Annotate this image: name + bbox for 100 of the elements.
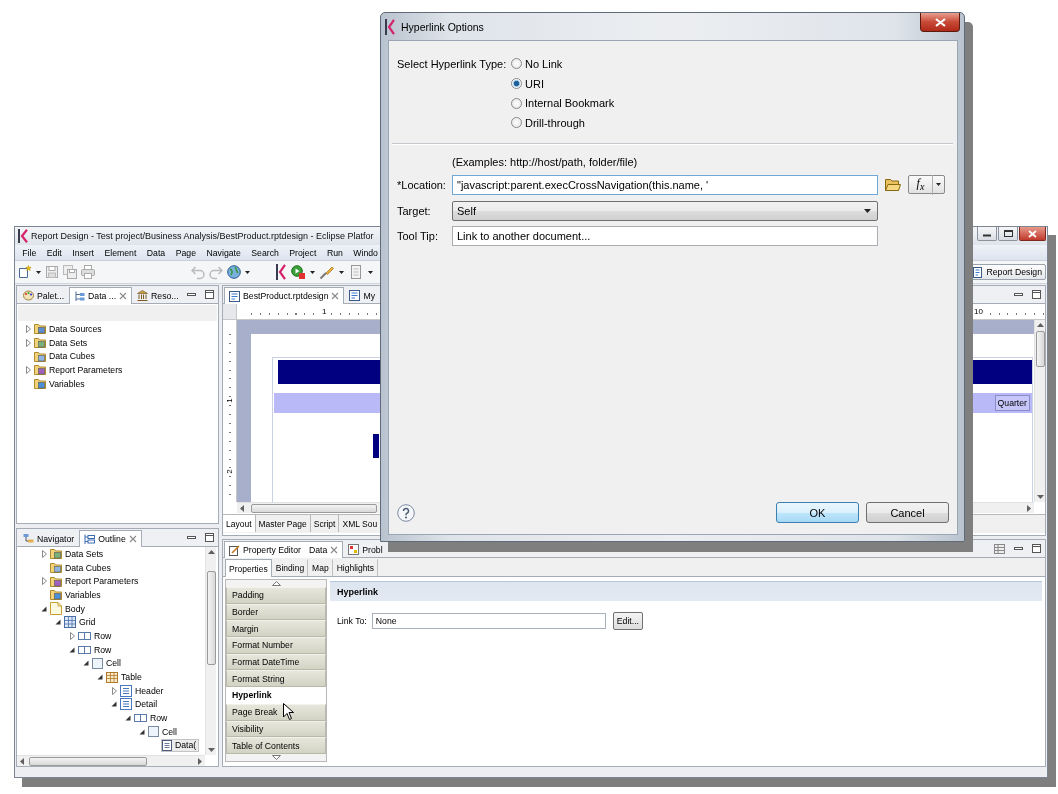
expression-button[interactable]: f$_{x}$ — [908, 175, 945, 195]
scrollbar-thumb[interactable] — [206, 571, 216, 665]
scroll-down-arrow-icon[interactable] — [1036, 495, 1044, 499]
menu-item[interactable]: Navigate — [201, 247, 247, 258]
scroll-left-arrow-icon[interactable] — [20, 757, 24, 765]
tree-item[interactable]: Data Sets — [49, 547, 107, 561]
dropdown-arrow-icon[interactable] — [310, 270, 315, 274]
scroll-up-arrow-icon[interactable] — [207, 550, 215, 554]
menu-item[interactable]: Page — [170, 247, 202, 258]
collapse-arrow-icon[interactable] — [83, 660, 89, 667]
radio-button[interactable] — [511, 117, 522, 129]
tab[interactable]: Reso... — [132, 287, 184, 303]
maximize-icon[interactable] — [205, 290, 214, 299]
tab[interactable]: Highlights — [332, 559, 378, 576]
document-icon[interactable] — [349, 265, 363, 279]
radio-option[interactable]: Drill-through — [511, 113, 585, 133]
tab[interactable]: Master Page — [255, 515, 311, 532]
dialog-button[interactable]: OK — [776, 502, 859, 523]
collapse-arrow-icon[interactable] — [139, 728, 145, 735]
collapse-arrow-icon[interactable] — [125, 715, 131, 722]
minimize-button[interactable] — [977, 227, 997, 241]
scrollbar-thumb[interactable] — [29, 756, 147, 766]
menu-item[interactable]: Insert — [67, 247, 100, 258]
tree-item[interactable]: Row — [77, 629, 115, 643]
scrollbar-thumb[interactable] — [251, 503, 377, 513]
menu-item[interactable]: Run — [321, 247, 349, 258]
close-icon[interactable] — [128, 535, 137, 543]
expand-arrow-icon[interactable] — [41, 577, 47, 586]
edit-button[interactable]: Edit... — [612, 612, 643, 630]
tree-item[interactable]: Data( — [161, 738, 200, 752]
expand-arrow-icon[interactable] — [25, 324, 31, 333]
tab[interactable]: Palet... — [18, 287, 70, 303]
radio-option[interactable]: URI — [511, 73, 544, 94]
vertical-scrollbar[interactable] — [205, 547, 216, 755]
grid-icon[interactable] — [994, 543, 1005, 554]
help-icon[interactable] — [397, 503, 415, 522]
menu-item[interactable]: Windo — [348, 247, 384, 258]
menu-item[interactable]: Search — [246, 247, 285, 258]
tree-item[interactable]: Grid — [63, 615, 99, 629]
expand-arrow-icon[interactable] — [25, 365, 31, 374]
close-icon[interactable] — [119, 292, 128, 300]
category-item[interactable]: Format Number — [226, 637, 326, 654]
app-logo-icon[interactable] — [276, 264, 286, 280]
category-item[interactable]: Margin — [226, 620, 326, 638]
expand-arrow-icon[interactable] — [69, 631, 75, 640]
tree-item[interactable]: Variables — [49, 588, 104, 602]
scroll-up-arrow-icon[interactable] — [1036, 323, 1044, 327]
radio-button[interactable] — [511, 58, 522, 70]
radio-option[interactable]: No Link — [511, 54, 563, 74]
tab[interactable]: Script — [310, 515, 340, 532]
minimize-icon[interactable] — [187, 293, 196, 296]
tree-item[interactable]: Table — [105, 670, 145, 684]
radio-option[interactable]: Internal Bookmark — [511, 93, 615, 114]
close-icon[interactable] — [331, 292, 340, 300]
dropdown-field[interactable]: Self — [452, 200, 878, 221]
minimize-icon[interactable] — [187, 536, 196, 539]
tab[interactable]: My — [344, 287, 381, 303]
vertical-scrollbar[interactable] — [1034, 320, 1045, 502]
radio-button[interactable] — [511, 97, 522, 109]
input-field[interactable]: "javascript:parent.execCrossNavigation(this.name, ' — [452, 174, 878, 195]
collapse-arrow-icon[interactable] — [41, 605, 47, 612]
collapse-arrow-icon[interactable] — [97, 674, 103, 681]
menu-item[interactable]: File — [17, 247, 42, 258]
tree-item[interactable]: Row — [133, 711, 171, 725]
dialog-button[interactable]: Cancel — [866, 502, 949, 523]
tree-item[interactable]: Data Sources — [33, 322, 105, 336]
tab[interactable]: Properties — [225, 559, 272, 577]
scroll-down-arrow-icon[interactable] — [271, 754, 281, 760]
globe-icon[interactable] — [227, 265, 241, 279]
category-item[interactable]: Padding — [226, 587, 326, 604]
tab[interactable]: Outline — [79, 530, 142, 547]
menu-item[interactable]: Data — [141, 247, 171, 258]
tab[interactable]: Data ... — [69, 287, 133, 304]
new-file-icon[interactable] — [18, 265, 32, 279]
tree-item[interactable]: Cell — [147, 725, 180, 739]
tab[interactable]: Map — [308, 559, 333, 576]
input-field[interactable]: None — [371, 613, 606, 629]
horizontal-scrollbar[interactable] — [17, 755, 205, 766]
maximize-button[interactable] — [998, 227, 1018, 241]
menu-item[interactable]: Project — [284, 247, 322, 258]
tree-item[interactable]: Data Cubes — [49, 561, 114, 575]
tree-item[interactable]: Cell — [91, 656, 124, 670]
dropdown-arrow-icon[interactable] — [368, 270, 373, 274]
tree-item[interactable]: Report Parameters — [49, 574, 142, 588]
expand-arrow-icon[interactable] — [41, 549, 47, 558]
scrollbar-thumb[interactable] — [1035, 331, 1045, 367]
scroll-right-arrow-icon[interactable] — [1027, 504, 1031, 512]
close-icon[interactable] — [330, 546, 339, 554]
dropdown-arrow-icon[interactable] — [339, 270, 344, 274]
minimize-icon[interactable] — [1014, 547, 1023, 550]
tab[interactable]: Layout — [223, 515, 256, 532]
tree-item[interactable]: Data Sets — [33, 336, 91, 350]
category-item[interactable]: Format String — [226, 670, 326, 688]
scroll-right-arrow-icon[interactable] — [198, 757, 202, 765]
menu-item[interactable]: Edit — [41, 247, 67, 258]
tree-item[interactable]: Row — [77, 643, 115, 657]
tab[interactable]: Binding — [271, 559, 309, 576]
dropdown-arrow-icon[interactable] — [36, 270, 41, 274]
dropdown-arrow-icon[interactable] — [245, 270, 250, 274]
collapse-arrow-icon[interactable] — [111, 701, 117, 708]
